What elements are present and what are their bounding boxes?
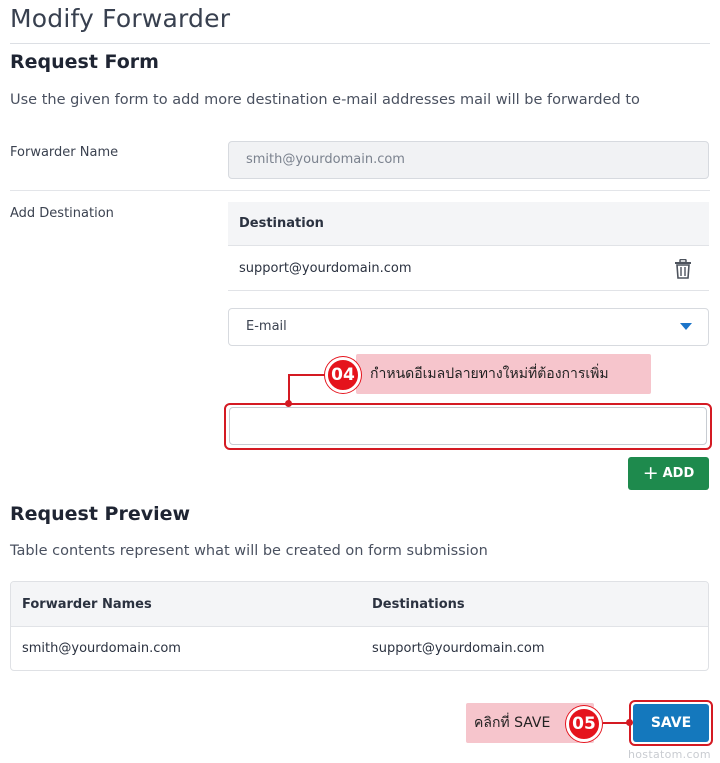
step-04-badge: 04 <box>325 357 361 393</box>
table-row: smith@yourdomain.com support@yourdomain.… <box>11 627 708 670</box>
destination-type-select[interactable]: E-mail <box>228 308 709 346</box>
table-row: support@yourdomain.com <box>228 246 709 291</box>
destination-table-header: Destination <box>228 202 709 246</box>
forwarder-name-label: Forwarder Name <box>10 145 119 160</box>
plus-icon: + <box>642 462 659 484</box>
request-form-description: Use the given form to add more destinati… <box>10 92 640 108</box>
request-form-heading: Request Form <box>10 51 159 73</box>
forwarder-name-field: smith@yourdomain.com <box>228 141 709 179</box>
page-title: Modify Forwarder <box>10 4 231 33</box>
step-04-callout: กำหนดอีเมลปลายทางใหม่ที่ต้องการเพิ่ม <box>356 354 651 394</box>
column-header-forwarder-names: Forwarder Names <box>22 597 152 612</box>
preview-table-header: Forwarder Names Destinations <box>11 582 708 627</box>
add-button[interactable]: + ADD <box>628 457 709 490</box>
save-button[interactable]: SAVE <box>633 704 709 742</box>
step-05-text: คลิกที่ SAVE <box>474 715 551 731</box>
preview-table: Forwarder Names Destinations smith@yourd… <box>10 581 709 671</box>
add-destination-label: Add Destination <box>10 206 114 221</box>
callout-leader-line <box>288 374 328 376</box>
trash-icon[interactable] <box>674 259 692 279</box>
step-05-badge: 05 <box>566 706 602 742</box>
form-row-divider <box>10 190 710 191</box>
step-04-text: กำหนดอีเมลปลายทางใหม่ที่ต้องการเพิ่ม <box>370 366 609 382</box>
chevron-down-icon <box>680 323 692 330</box>
add-button-label: ADD <box>662 466 695 481</box>
request-preview-description: Table contents represent what will be cr… <box>10 543 488 559</box>
column-header-destinations: Destinations <box>372 597 465 612</box>
watermark: hostatom.com <box>628 748 711 761</box>
preview-destination-cell: support@yourdomain.com <box>372 641 545 656</box>
preview-forwarder-cell: smith@yourdomain.com <box>22 641 181 656</box>
destination-value: support@yourdomain.com <box>239 261 412 276</box>
new-destination-input[interactable] <box>229 407 707 445</box>
destination-table: Destination support@yourdomain.com <box>228 202 709 291</box>
request-preview-heading: Request Preview <box>10 503 191 525</box>
destination-type-value: E-mail <box>246 319 287 334</box>
title-divider <box>10 43 710 44</box>
